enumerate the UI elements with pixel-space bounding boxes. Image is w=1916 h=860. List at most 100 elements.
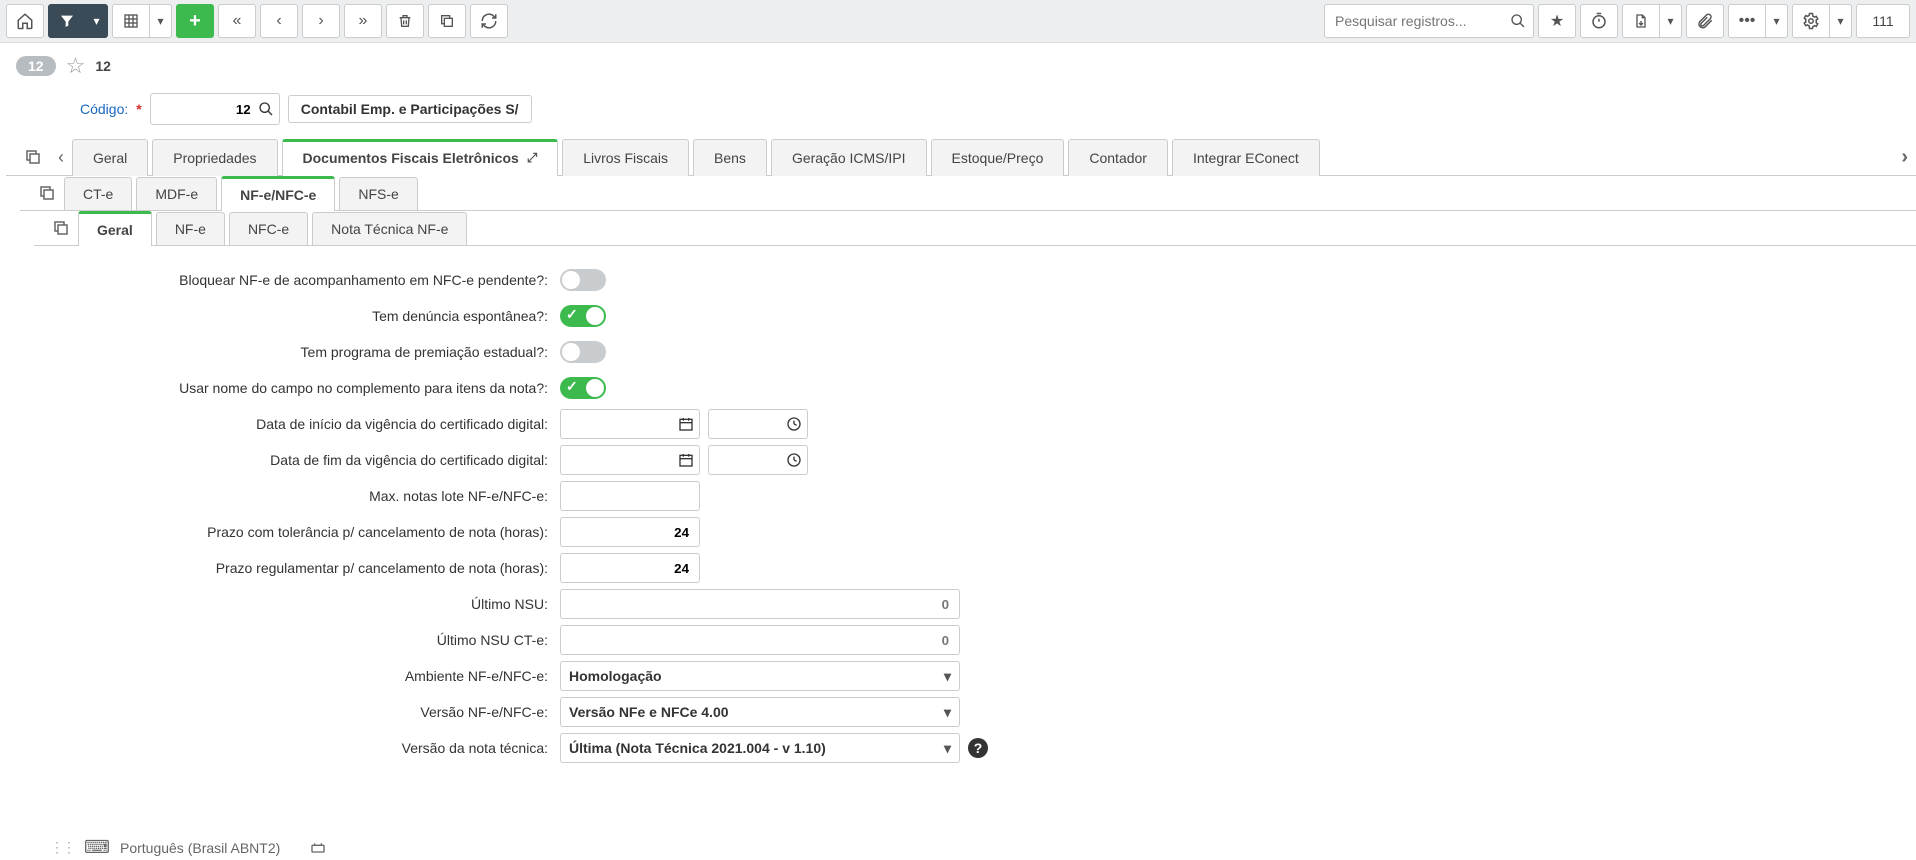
input-max-notas[interactable] bbox=[560, 481, 700, 511]
prev-button[interactable]: ‹ bbox=[260, 4, 298, 38]
tab-propriedades[interactable]: Propriedades bbox=[152, 139, 277, 176]
header-row: Código: * Contabil Emp. e Participações … bbox=[0, 89, 1916, 139]
select-ambiente[interactable]: Homologação▾ bbox=[560, 661, 960, 691]
form: Bloquear NF-e de acompanhamento em NFC-e… bbox=[0, 246, 1916, 764]
more-button[interactable]: ••• bbox=[1728, 4, 1766, 38]
more-dropdown-button[interactable]: ▾ bbox=[1766, 4, 1788, 38]
grid-button[interactable] bbox=[112, 4, 150, 38]
status-bar: ⋮⋮ ⌨ Português (Brasil ABNT2) bbox=[50, 837, 326, 858]
record-count: 111 bbox=[1856, 4, 1910, 38]
calendar-icon[interactable] bbox=[678, 416, 694, 432]
input-ultimo-nsu-cte[interactable] bbox=[560, 625, 960, 655]
delete-button[interactable] bbox=[386, 4, 424, 38]
settings-button[interactable] bbox=[1792, 4, 1830, 38]
tab-geral[interactable]: Geral bbox=[72, 139, 148, 176]
refresh-button[interactable] bbox=[470, 4, 508, 38]
copy-button[interactable] bbox=[428, 4, 466, 38]
settings-dropdown-button[interactable]: ▾ bbox=[1830, 4, 1852, 38]
timer-button[interactable] bbox=[1580, 4, 1618, 38]
tab-mdfe[interactable]: MDF-e bbox=[136, 177, 217, 210]
input-prazo-reg[interactable] bbox=[560, 553, 700, 583]
record-id-badge: 12 bbox=[16, 56, 56, 76]
tab-geracao-icms-ipi[interactable]: Geração ICMS/IPI bbox=[771, 139, 927, 176]
label-ultimo-nsu-cte: Último NSU CT-e: bbox=[60, 632, 560, 648]
grid-split-button: ▾ bbox=[112, 4, 172, 38]
input-prazo-tol[interactable] bbox=[560, 517, 700, 547]
chevron-down-icon: ▾ bbox=[944, 740, 951, 757]
tab-bens[interactable]: Bens bbox=[693, 139, 767, 176]
select-nota-tecnica[interactable]: Última (Nota Técnica 2021.004 - v 1.10)▾ bbox=[560, 733, 960, 763]
search-input[interactable] bbox=[1324, 4, 1534, 38]
tabs-level3: Geral NF-e NFC-e Nota Técnica NF-e bbox=[34, 211, 1916, 245]
grid-dropdown-button[interactable]: ▾ bbox=[150, 4, 172, 38]
first-button[interactable]: « bbox=[218, 4, 256, 38]
tabs-level1: ‹ Geral Propriedades Documentos Fiscais … bbox=[6, 139, 1916, 176]
label-fim-cert: Data de fim da vigência do certificado d… bbox=[60, 452, 560, 468]
star-icon[interactable]: ☆ bbox=[66, 53, 86, 79]
filter-split-button: ▾ bbox=[48, 4, 108, 38]
tab-cte[interactable]: CT-e bbox=[64, 177, 132, 210]
filter-button[interactable] bbox=[48, 4, 86, 38]
copy-tabs3-icon[interactable] bbox=[44, 213, 78, 243]
label-versao: Versão NF-e/NFC-e: bbox=[60, 704, 560, 720]
filter-dropdown-button[interactable]: ▾ bbox=[86, 4, 108, 38]
toggle-usar-nome[interactable] bbox=[560, 377, 606, 399]
record-bar: 12 ☆ 12 bbox=[0, 43, 1916, 89]
add-button[interactable]: + bbox=[176, 4, 214, 38]
label-inicio-cert: Data de início da vigência do certificad… bbox=[60, 416, 560, 432]
home-button[interactable] bbox=[6, 4, 44, 38]
help-icon[interactable]: ? bbox=[968, 738, 988, 758]
keyboard-layout-icon[interactable] bbox=[310, 840, 326, 856]
star-count: 12 bbox=[95, 58, 111, 74]
tab-geral-sub[interactable]: Geral bbox=[78, 211, 152, 246]
last-button[interactable]: » bbox=[344, 4, 382, 38]
tab-integrar-econect[interactable]: Integrar EConect bbox=[1172, 139, 1320, 176]
next-button[interactable]: › bbox=[302, 4, 340, 38]
main-toolbar: ▾ ▾ + « ‹ › » ★ ▾ ••• ▾ bbox=[0, 0, 1916, 43]
label-prazo-reg: Prazo regulamentar p/ cancelamento de no… bbox=[60, 560, 560, 576]
tab-contador[interactable]: Contador bbox=[1068, 139, 1168, 176]
tab-nota-tecnica[interactable]: Nota Técnica NF-e bbox=[312, 212, 467, 245]
select-versao[interactable]: Versão NFe e NFCe 4.00▾ bbox=[560, 697, 960, 727]
required-marker: * bbox=[136, 101, 141, 117]
clock-icon[interactable] bbox=[786, 452, 802, 468]
tabs-scroll-right[interactable]: › bbox=[1893, 140, 1916, 175]
label-max-notas: Max. notas lote NF-e/NFC-e: bbox=[60, 488, 560, 504]
tab-nfe-sub[interactable]: NF-e bbox=[156, 212, 225, 245]
tab-nfe-nfce[interactable]: NF-e/NFC-e bbox=[221, 176, 335, 211]
label-premiacao: Tem programa de premiação estadual?: bbox=[60, 344, 560, 360]
tab-livros-fiscais[interactable]: Livros Fiscais bbox=[562, 139, 689, 176]
copy-tabs2-icon[interactable] bbox=[30, 178, 64, 208]
drag-handle-icon[interactable]: ⋮⋮ bbox=[50, 839, 74, 856]
label-ultimo-nsu: Último NSU: bbox=[60, 596, 560, 612]
locale-label: Português (Brasil ABNT2) bbox=[120, 840, 280, 856]
record-name: Contabil Emp. e Participações S/ bbox=[288, 95, 532, 123]
code-input[interactable] bbox=[150, 93, 280, 125]
toggle-block-nfe[interactable] bbox=[560, 269, 606, 291]
tab-documentos-fiscais[interactable]: Documentos Fiscais Eletrônicos ⤢ bbox=[282, 139, 559, 176]
input-ultimo-nsu[interactable] bbox=[560, 589, 960, 619]
tab-nfce-sub[interactable]: NFC-e bbox=[229, 212, 308, 245]
expand-icon[interactable]: ⤢ bbox=[527, 150, 537, 166]
export-dropdown-button[interactable]: ▾ bbox=[1660, 4, 1682, 38]
attach-button[interactable] bbox=[1686, 4, 1724, 38]
toggle-denuncia[interactable] bbox=[560, 305, 606, 327]
toggle-premiacao[interactable] bbox=[560, 341, 606, 363]
chevron-down-icon: ▾ bbox=[944, 668, 951, 685]
copy-tabs-icon[interactable] bbox=[16, 142, 50, 172]
tab-nfse[interactable]: NFS-e bbox=[339, 177, 417, 210]
clock-icon[interactable] bbox=[786, 416, 802, 432]
label-nota-tecnica: Versão da nota técnica: bbox=[60, 740, 560, 756]
calendar-icon[interactable] bbox=[678, 452, 694, 468]
tabs-level2: CT-e MDF-e NF-e/NFC-e NFS-e bbox=[20, 176, 1916, 210]
export-button[interactable] bbox=[1622, 4, 1660, 38]
tab-estoque-preco[interactable]: Estoque/Preço bbox=[931, 139, 1065, 176]
label-ambiente: Ambiente NF-e/NFC-e: bbox=[60, 668, 560, 684]
tabs-scroll-left[interactable]: ‹ bbox=[50, 141, 72, 174]
label-usar-nome: Usar nome do campo no complemento para i… bbox=[60, 380, 560, 396]
keyboard-icon[interactable]: ⌨ bbox=[84, 837, 110, 858]
label-denuncia: Tem denúncia espontânea?: bbox=[60, 308, 560, 324]
chevron-down-icon: ▾ bbox=[944, 704, 951, 721]
favorite-button[interactable]: ★ bbox=[1538, 4, 1576, 38]
global-search bbox=[1324, 4, 1534, 38]
